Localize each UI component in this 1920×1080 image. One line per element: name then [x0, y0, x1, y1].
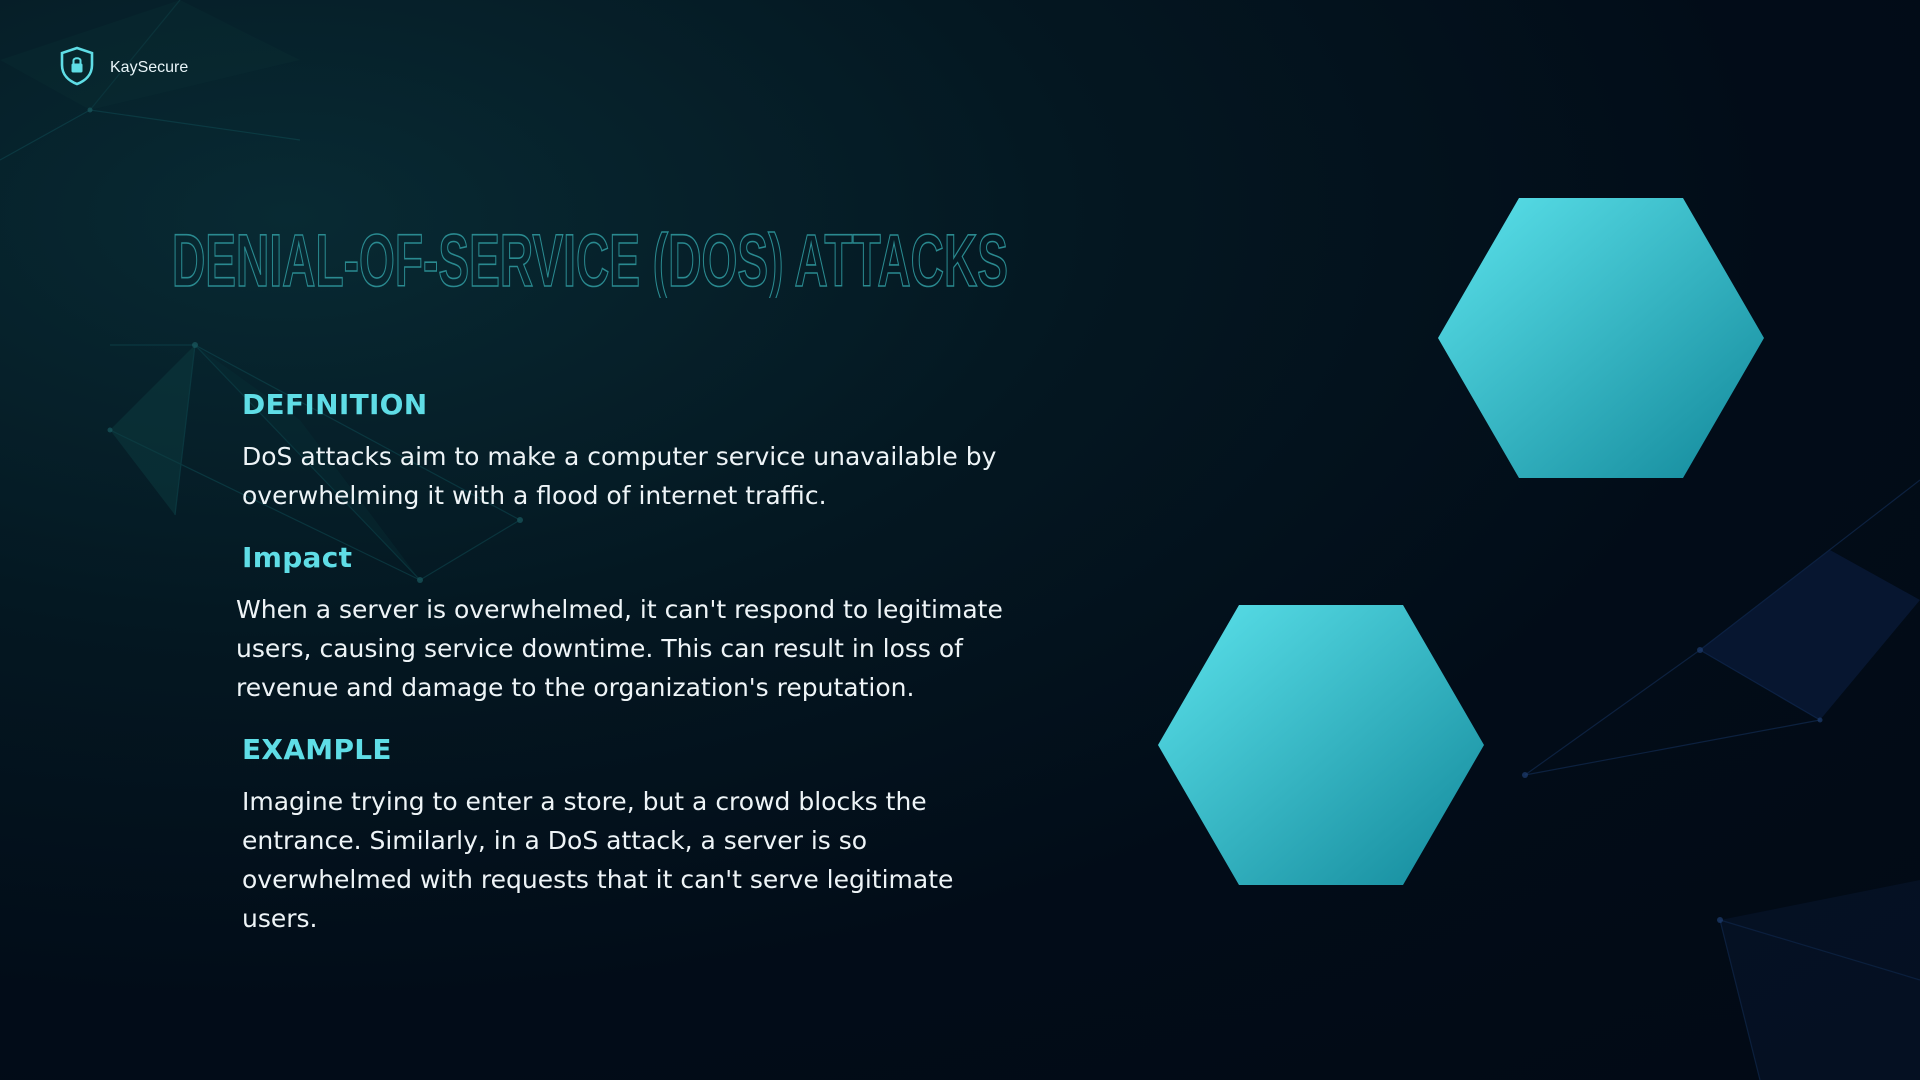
- brand-logo: KaySecure: [58, 46, 188, 90]
- content-sections: DEFINITION DoS attacks aim to make a com…: [236, 388, 1012, 964]
- hexagon-decoration-top: [1438, 198, 1764, 478]
- example-text: Imagine trying to enter a store, but a c…: [242, 787, 954, 933]
- slide-title-container: DENIAL-OF-SERVICE (DOS) ATTACKS: [168, 218, 1068, 298]
- hexagon-decoration-bottom: [1158, 605, 1484, 885]
- brand-name: KaySecure: [110, 59, 189, 76]
- slide-title: DENIAL-OF-SERVICE (DOS) ATTACKS: [172, 219, 1008, 298]
- impact-text: When a server is overwhelmed, it can't r…: [236, 595, 1003, 702]
- shield-lock-icon: [58, 46, 96, 90]
- definition-heading: DEFINITION: [242, 388, 428, 421]
- definition-text: DoS attacks aim to make a computer servi…: [242, 442, 997, 510]
- impact-heading: Impact: [242, 541, 353, 574]
- example-heading: EXAMPLE: [242, 733, 392, 766]
